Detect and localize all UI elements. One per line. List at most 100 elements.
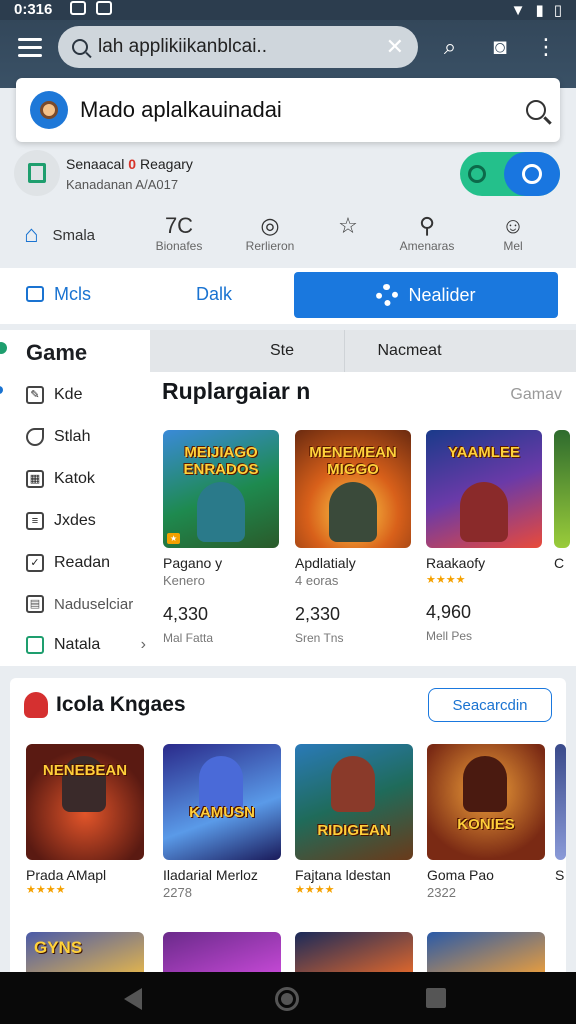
search-toggle[interactable] — [460, 152, 560, 196]
game-logo: GYNS — [34, 938, 83, 957]
account-row[interactable]: Senaacal 0 Reagary Kanadanan A/A017 — [14, 150, 314, 200]
game-name: Iladarial Merloz — [163, 867, 258, 883]
character-figure — [460, 482, 508, 542]
game-card[interactable]: MEIJIAGO ENRADOS ★ Pagano y Kenero 4,330… — [163, 430, 279, 645]
home-icon: ⌂ — [24, 221, 39, 248]
search-card[interactable]: Mado aplalkauinadai — [16, 78, 560, 142]
game-card[interactable]: KONIES Goma Pao 2322 — [427, 744, 545, 900]
sidebar-item-naduselciar[interactable]: ▤ Naduselciar — [26, 595, 146, 613]
game-name: Raakaofy — [426, 555, 486, 571]
tool-home[interactable]: ⌂ Smala — [24, 221, 95, 249]
game-art: MENEMEAN MIGGO — [295, 430, 411, 548]
system-nav-bar — [0, 972, 576, 1024]
ring-icon — [468, 165, 486, 183]
game-count: 4,330 — [163, 604, 209, 624]
game-art: NENEBEAN — [26, 744, 144, 860]
sidebar-item-jxdes[interactable]: ≡ Jxdes — [26, 512, 146, 530]
game-art: YAAMLEE — [426, 430, 542, 548]
tab-bar: Mcls Dalk Nealider — [0, 268, 576, 324]
game-card[interactable]: MENEMEAN MIGGO Apdlatialy 4 eoras 2,330 … — [295, 430, 411, 645]
settings-button[interactable]: Nealider — [294, 272, 558, 318]
doc-icon: ▤ — [26, 595, 44, 613]
indicator-dot — [0, 386, 3, 394]
subtab-blank[interactable] — [150, 330, 220, 372]
chevron-right-icon: › — [140, 636, 146, 653]
sidebar-item-stlah[interactable]: Stlah — [26, 428, 146, 446]
tool-glyph: 7C — [164, 213, 194, 238]
badge: ★ — [167, 533, 181, 544]
game-card[interactable]: YAAMLEE Raakaofy ★★★★ 4,960 Mell Pes — [426, 430, 542, 643]
notification-icon — [70, 1, 86, 15]
character-icon — [24, 692, 48, 718]
tool-rerlieron[interactable]: ◎ Rerlieron — [240, 213, 300, 253]
star-icon: ☆ — [338, 213, 358, 238]
game-art: MEIJIAGO ENRADOS ★ — [163, 430, 279, 548]
list-icon: ≡ — [26, 512, 44, 530]
search-card-text[interactable]: Mado aplalkauinadai — [80, 97, 526, 123]
sidebar-title: Game — [26, 340, 88, 365]
game-art: KAMUSN — [163, 744, 281, 860]
game-card[interactable]: NENEBEAN Prada AMapl ★★★★ — [26, 744, 144, 896]
more-options-icon[interactable]: ⋮ — [532, 34, 560, 62]
subtab-nacmeat[interactable]: Nacmeat — [344, 330, 474, 372]
game-name: Apdlatialy — [295, 555, 356, 571]
section-more-link[interactable]: Gamav — [510, 386, 562, 404]
tab-second[interactable]: Dalk — [196, 284, 232, 305]
sidebar-item-kde[interactable]: ✎ Kde — [26, 386, 146, 404]
game-name: Fajtana ldestan — [295, 867, 391, 883]
featured-section: Icola Kngaes Seacarcdin NENEBEAN Prada A… — [10, 678, 566, 978]
game-card-partial[interactable]: S — [555, 744, 566, 883]
status-bar: 0:316 ▼ ▮ ▯ — [0, 0, 576, 20]
battery-icon: ▯ — [553, 2, 562, 19]
grid-icon: ▦ — [26, 470, 44, 488]
game-name: S — [555, 867, 565, 883]
tabs-icon[interactable]: ◙ — [486, 34, 514, 62]
gear-icon — [376, 284, 399, 306]
subtab-extra[interactable] — [474, 330, 576, 372]
character-figure — [463, 756, 507, 812]
sidebar-item-katok[interactable]: ▦ Katok — [26, 470, 146, 488]
recent-apps-icon[interactable] — [426, 988, 446, 1008]
character-figure — [331, 756, 375, 812]
search-button[interactable]: Seacarcdin — [428, 688, 552, 722]
tool-bionafes[interactable]: 7C Bionafes — [152, 213, 206, 253]
game-name: C — [554, 555, 565, 571]
game-rating: ★★★★ — [426, 574, 466, 586]
game-card[interactable]: RIDIGEAN Fajtana ldestan ★★★★ — [295, 744, 413, 896]
game-caption: Sren Tns — [295, 631, 344, 645]
sidebar: Game ✎ Kde Stlah ▦ Katok ≡ Jxdes ✓ Readan ▤ N… — [0, 330, 150, 666]
game-rating: ★★★★ — [295, 884, 335, 896]
section-title: Ruplargaiar n — [162, 378, 311, 404]
tool-star[interactable]: ☆ — [334, 213, 362, 239]
menu-icon[interactable] — [18, 38, 42, 60]
game-name: Goma Pao — [427, 867, 494, 883]
game-panel: Ste Nacmeat Ruplargaiar n Gamav MEIJIAGO… — [150, 330, 576, 666]
calendar-icon — [14, 150, 60, 196]
game-name: Pagano y — [163, 555, 223, 571]
subtab-bar: Ste Nacmeat — [150, 330, 576, 372]
home-button-icon[interactable] — [275, 987, 299, 1011]
sidebar-item-readan[interactable]: ✓ Readan — [26, 554, 146, 572]
game-caption: Mell Pes — [426, 629, 473, 643]
game-sub: 4 eoras — [295, 573, 339, 588]
search-icon[interactable] — [526, 100, 546, 120]
search-icon[interactable]: ⌕ — [436, 34, 464, 62]
game-logo: NENEBEAN — [42, 762, 128, 779]
tool-mel[interactable]: ☺ Mel — [496, 213, 530, 253]
game-count: 2,330 — [295, 604, 341, 624]
game-card-partial[interactable]: C — [554, 430, 570, 571]
tab-first[interactable]: Mcls — [26, 284, 91, 305]
clear-icon[interactable]: ✕ — [386, 34, 404, 60]
game-caption: Mal Fatta — [163, 631, 214, 645]
game-logo: KONIES — [457, 816, 515, 833]
search-icon — [72, 39, 88, 55]
back-icon[interactable] — [124, 988, 142, 1010]
url-bar[interactable]: lah applikiikanblcai.. ✕ — [58, 26, 418, 68]
url-text[interactable]: lah applikiikanblcai.. — [98, 36, 386, 58]
game-art: RIDIGEAN — [295, 744, 413, 860]
game-logo: MEIJIAGO ENRADOS — [183, 444, 259, 478]
sidebar-item-natala[interactable]: Natala › — [26, 636, 146, 654]
game-card[interactable]: KAMUSN Iladarial Merloz 2278 — [163, 744, 281, 900]
tool-amenaras[interactable]: ⚲ Amenaras — [394, 213, 460, 253]
subtab-ste[interactable]: Ste — [220, 330, 344, 372]
